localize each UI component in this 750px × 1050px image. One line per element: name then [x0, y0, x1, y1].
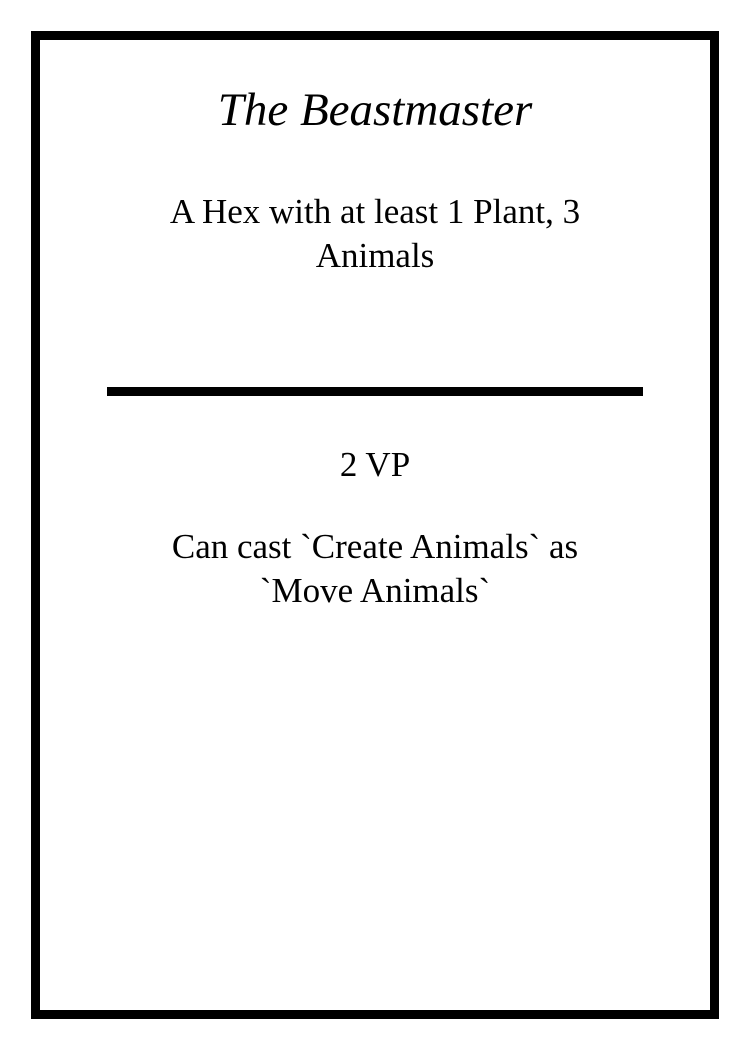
card-ability: Can cast `Create Animals` as `Move Anima…: [171, 527, 579, 610]
victory-points: 2 VP: [339, 445, 411, 484]
card-title: The Beastmaster: [217, 84, 533, 136]
card-divider: [107, 387, 643, 396]
card-requirement: A Hex with at least 1 Plant, 3 Animals: [169, 192, 581, 275]
card: The Beastmaster A Hex with at least 1 Pl…: [31, 31, 719, 1019]
